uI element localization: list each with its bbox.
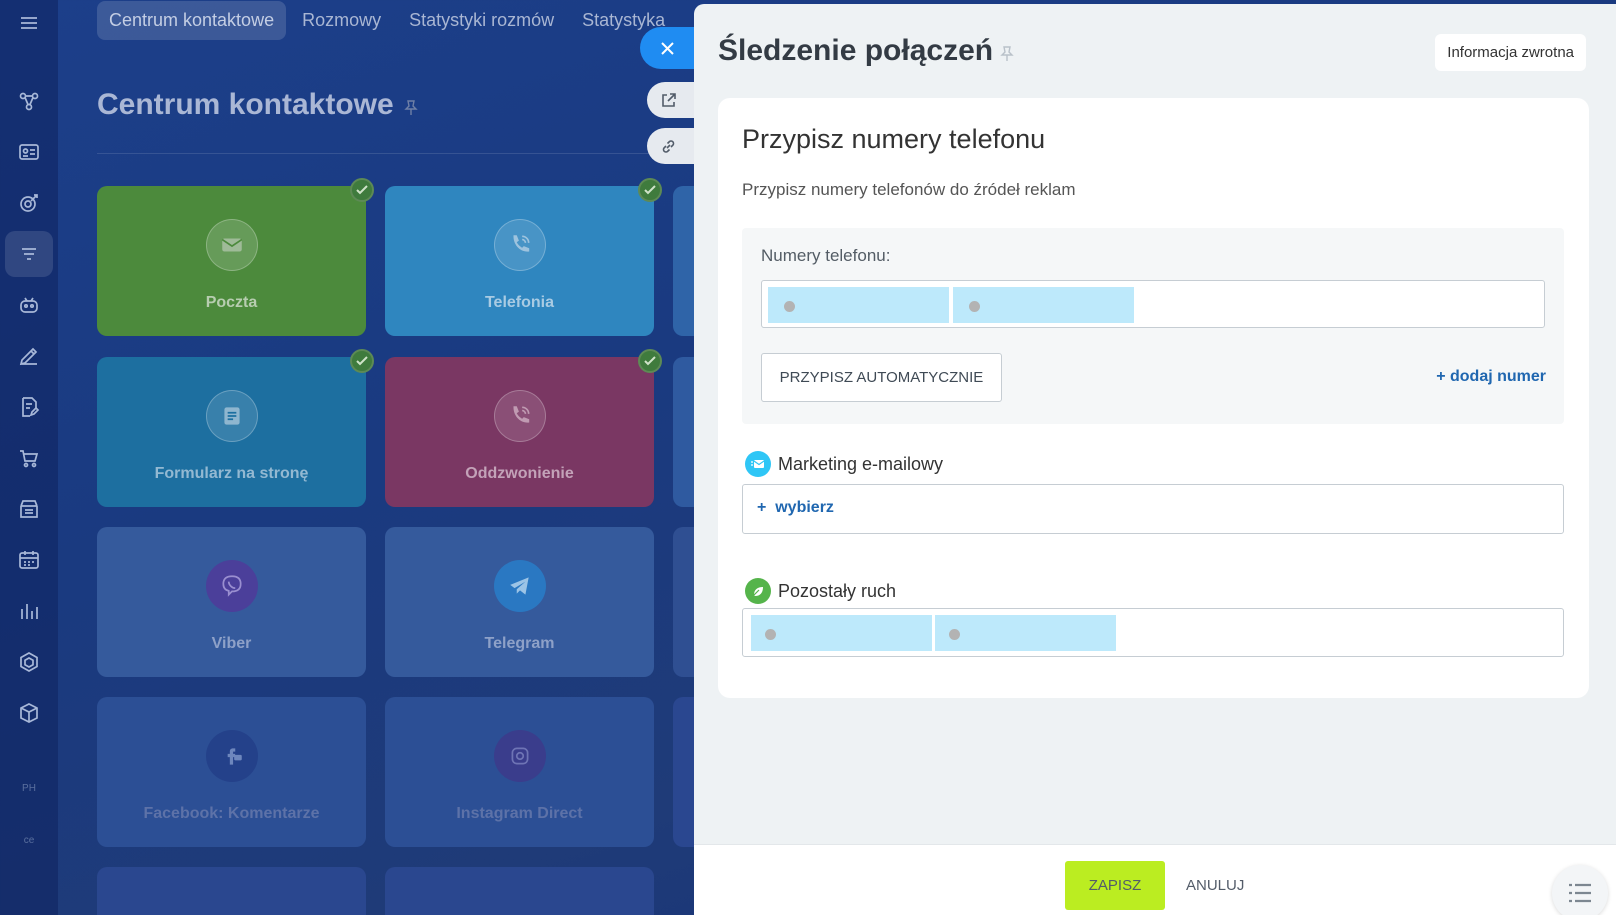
rail-label-ce: ce: [23, 835, 35, 846]
calendar-icon[interactable]: [5, 537, 53, 583]
tab-conversation-stats[interactable]: Statystyki rozmów: [397, 1, 566, 40]
tile-facebook-comments[interactable]: Facebook: Komentarze: [97, 697, 366, 847]
tile-telegram[interactable]: Telegram: [385, 527, 654, 677]
slider-footer: ZAPISZ ANULUJ: [694, 844, 1616, 915]
section-title-email-marketing: Marketing e-mailowy: [778, 454, 944, 474]
hexagon-icon[interactable]: [5, 639, 53, 685]
tile-label: Telegram: [484, 635, 555, 652]
email-marketing-field[interactable]: + wybierz: [742, 484, 1564, 534]
mail-icon: [205, 219, 258, 271]
viber-icon: [205, 560, 258, 612]
copy-link-button[interactable]: [647, 128, 694, 164]
call-tracking-slider: Śledzenie połączeń Informacja zwrotna Pr…: [694, 4, 1616, 915]
tile-website-form[interactable]: Formularz na stronę: [97, 349, 374, 507]
slider-title: Śledzenie połączeń: [718, 34, 994, 67]
rail-label-ph: PH: [22, 783, 36, 794]
feedback-button[interactable]: Informacja zwrotna: [1435, 34, 1586, 71]
tile-label: Facebook: Komentarze: [143, 805, 320, 822]
tile-label: Oddzwonienie: [465, 465, 574, 482]
left-rail: PH ce: [0, 0, 58, 915]
save-button[interactable]: ZAPISZ: [1065, 861, 1165, 910]
page-title: Centrum kontaktowe: [97, 88, 394, 121]
tab-conversations[interactable]: Rozmowy: [290, 1, 393, 40]
tile-viber[interactable]: Viber: [97, 527, 366, 677]
tile-mail[interactable]: Poczta: [97, 178, 374, 336]
card-subheading: Przypisz numery telefonów do źródeł rekl…: [742, 180, 1076, 199]
crm-icon[interactable]: [5, 78, 53, 124]
check-icon: [350, 178, 374, 202]
menu-button[interactable]: [1552, 865, 1608, 915]
phone-chip[interactable]: [768, 287, 949, 323]
contact-center-icon[interactable]: [5, 231, 53, 277]
close-icon: [661, 41, 674, 55]
pen-icon[interactable]: [5, 333, 53, 379]
pin-icon[interactable]: [1000, 46, 1014, 62]
facebook-icon: [205, 730, 258, 782]
phone-chip[interactable]: [953, 287, 1134, 323]
tile-label: Instagram Direct: [456, 805, 583, 822]
phone-chip[interactable]: [751, 615, 932, 651]
instagram-icon: [493, 730, 546, 782]
document-edit-icon[interactable]: [5, 384, 53, 430]
phone-icon: [493, 219, 546, 271]
target-icon[interactable]: [5, 180, 53, 226]
tile-partial: [97, 867, 366, 915]
section-title-other-traffic: Pozostały ruch: [778, 581, 897, 601]
phone-numbers-label: Numery telefonu:: [761, 246, 891, 265]
phone-chip[interactable]: [935, 615, 1116, 651]
add-number-link[interactable]: + dodaj numer: [1436, 368, 1546, 386]
tile-instagram-direct[interactable]: Instagram Direct: [385, 697, 654, 847]
top-tabs: Centrum kontaktowe Rozmowy Statystyki ro…: [97, 0, 677, 40]
phone-numbers-field[interactable]: [761, 280, 1545, 328]
tile-label: Viber: [211, 635, 252, 652]
plus-icon: +: [757, 499, 776, 516]
cart-icon[interactable]: [5, 435, 53, 481]
other-traffic-field[interactable]: [742, 608, 1564, 657]
status-dot: [969, 301, 980, 312]
email-marketing-icon: [745, 451, 771, 477]
list-icon: [1569, 883, 1591, 903]
tile-label: Formularz na stronę: [154, 465, 309, 482]
cancel-button[interactable]: ANULUJ: [1186, 877, 1244, 894]
box-icon[interactable]: [5, 690, 53, 736]
status-dot: [949, 629, 960, 640]
open-new-window-button[interactable]: [647, 82, 694, 118]
divider: [97, 153, 677, 154]
tab-contact-center[interactable]: Centrum kontaktowe: [97, 0, 287, 40]
tile-callback[interactable]: Oddzwonienie: [385, 349, 662, 507]
close-slider-button[interactable]: [640, 27, 694, 69]
tile-telephony[interactable]: Telefonia: [385, 178, 662, 336]
card-heading: Przypisz numery telefonu: [742, 124, 1046, 154]
analytics-icon[interactable]: [5, 588, 53, 634]
phone-icon: [493, 390, 546, 442]
choose-label: wybierz: [775, 499, 834, 516]
contact-card-icon[interactable]: [5, 129, 53, 175]
check-icon: [638, 349, 662, 373]
status-dot: [765, 629, 776, 640]
external-link-icon: [662, 92, 676, 107]
tile-partial: [385, 867, 654, 915]
tile-label: Poczta: [205, 294, 258, 311]
auto-assign-button[interactable]: PRZYPISZ AUTOMATYCZNIE: [761, 353, 1002, 402]
menu-icon[interactable]: [5, 0, 53, 46]
check-icon: [638, 178, 662, 202]
check-icon: [350, 349, 374, 373]
settings-card: Przypisz numery telefonu Przypisz numery…: [718, 98, 1589, 698]
link-icon: [662, 139, 675, 153]
robot-icon[interactable]: [5, 282, 53, 328]
status-dot: [784, 301, 795, 312]
telegram-icon: [493, 560, 546, 612]
choose-link[interactable]: + wybierz: [757, 499, 834, 517]
pin-icon[interactable]: [404, 100, 418, 116]
tile-label: Telefonia: [484, 294, 555, 311]
form-icon: [205, 390, 258, 442]
store-icon[interactable]: [5, 486, 53, 532]
phone-numbers-section: Numery telefonu: PRZYPISZ AUTOMATYCZNIE …: [742, 228, 1564, 424]
leaf-icon: [745, 578, 771, 604]
